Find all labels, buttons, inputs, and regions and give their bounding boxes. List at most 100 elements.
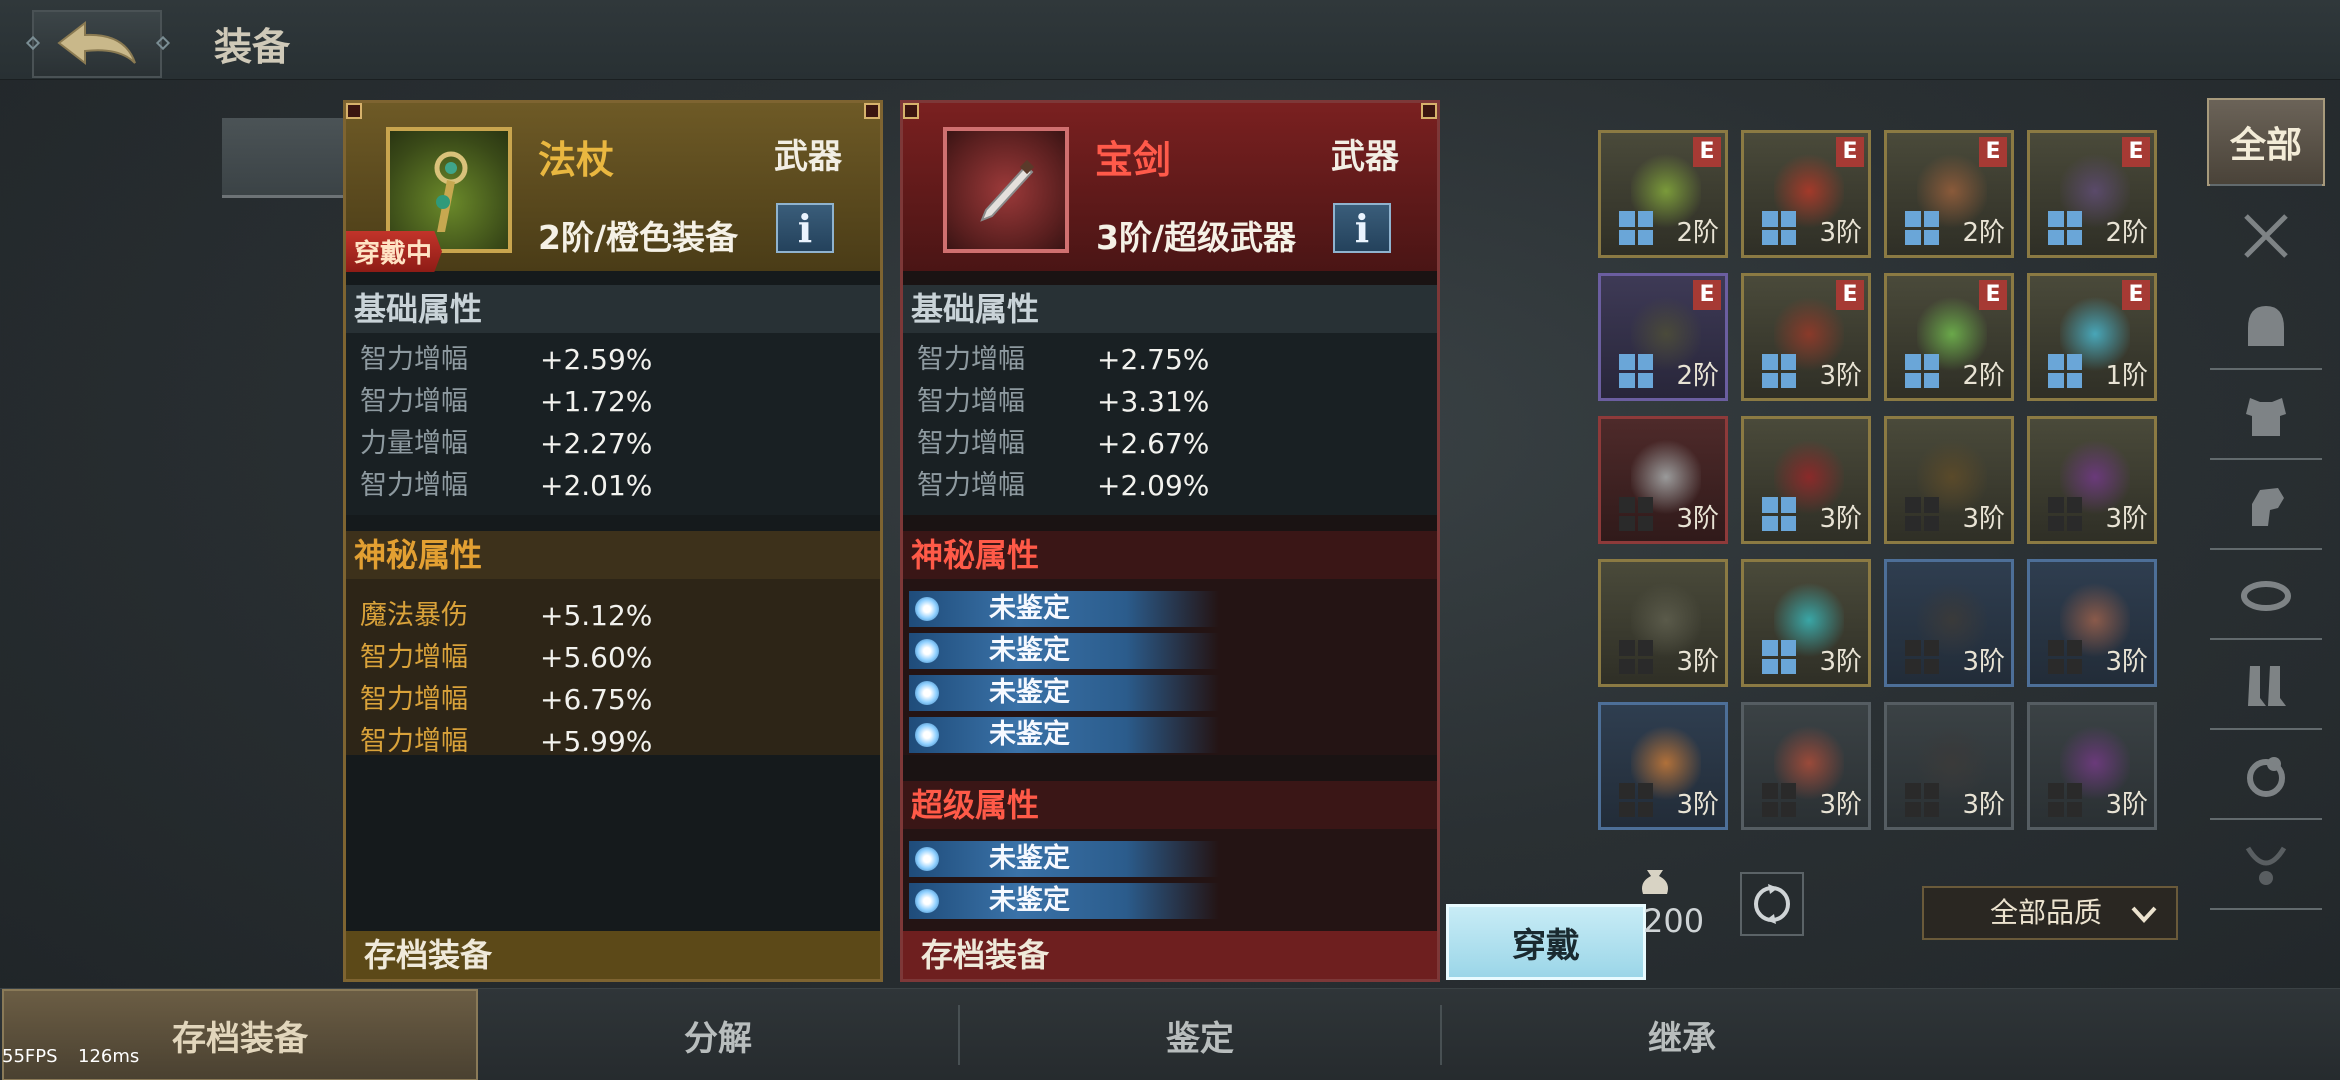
tab-necklaces[interactable]: [2207, 822, 2325, 910]
tab-gloves[interactable]: [2207, 462, 2325, 550]
item-type: 武器: [1331, 137, 1399, 177]
tab-belts[interactable]: [2207, 552, 2325, 640]
tab-rings[interactable]: [2207, 732, 2325, 820]
belt-icon: [2241, 581, 2291, 611]
unidentified-label: 未鉴定: [989, 843, 1070, 874]
armor-icon: [2246, 398, 2286, 436]
attr-key: 魔法暴伤: [360, 600, 468, 631]
attr-value: +2.27%: [540, 427, 653, 460]
inventory-slot[interactable]: E 2阶: [1598, 273, 1728, 401]
necklace-icon: [2245, 846, 2287, 885]
side-ghost-tab: [222, 118, 352, 198]
attribute-row: 智力增幅 +2.01%: [346, 465, 880, 507]
equip-button[interactable]: 穿戴: [1446, 904, 1646, 980]
inventory-slot[interactable]: 3阶: [2027, 416, 2157, 544]
inventory-slot[interactable]: 3阶: [1741, 702, 1871, 830]
inventory-slot[interactable]: 3阶: [1884, 702, 2014, 830]
gem-icon: [915, 681, 939, 705]
tab-divider: [2210, 458, 2322, 460]
tab-weapons[interactable]: [2207, 192, 2325, 280]
attr-value: +6.75%: [540, 683, 653, 716]
inventory-slot[interactable]: E 2阶: [1598, 130, 1728, 258]
item-tier: 3阶: [1819, 504, 1862, 534]
info-button[interactable]: i: [1333, 203, 1391, 253]
attr-value: +2.59%: [540, 343, 653, 376]
socket-grid-icon: [1762, 211, 1796, 245]
attr-value: +5.12%: [540, 599, 653, 632]
corner-ornament: [346, 103, 362, 119]
tab-divider: [2210, 818, 2322, 820]
gem-icon: [915, 597, 939, 621]
corner-ornament: [903, 103, 919, 119]
tab-armor[interactable]: [2207, 372, 2325, 460]
socket-grid-icon: [1762, 640, 1796, 674]
inventory-slot[interactable]: E 2阶: [1884, 130, 2014, 258]
super-attributes-title: 超级属性: [903, 781, 1437, 829]
card-footer: 存档装备: [346, 931, 880, 979]
boots-icon: [2248, 666, 2286, 706]
inventory-slot[interactable]: 3阶: [1598, 559, 1728, 687]
tab-helmets[interactable]: [2207, 282, 2325, 370]
equipped-item-card: 穿戴中 法杖 武器 2阶/橙色装备 i 基础属性 智力增幅 +2.59% 智力增幅…: [343, 100, 883, 982]
unidentified-label: 未鉴定: [989, 677, 1070, 708]
info-button[interactable]: i: [776, 203, 834, 253]
compared-item-card: 宝剑 武器 3阶/超级武器 i 基础属性 智力增幅 +2.75% 智力增幅 +3.3…: [900, 100, 1440, 982]
card-footer: 存档装备: [903, 931, 1437, 979]
tab-identify[interactable]: 鉴定: [960, 989, 1440, 1080]
inventory-slot[interactable]: 3阶: [1598, 702, 1728, 830]
item-grade: 2阶/橙色装备: [538, 218, 739, 257]
attr-value: +2.75%: [1097, 343, 1210, 376]
top-bar: 装备: [0, 0, 2340, 80]
mystic-attributes-title: 神秘属性: [346, 531, 880, 579]
gem-icon: [915, 889, 939, 913]
tab-divider: [2210, 184, 2322, 186]
back-button[interactable]: [32, 10, 162, 78]
attr-key: 智力增幅: [360, 470, 468, 501]
inventory-slot[interactable]: E 3阶: [1741, 130, 1871, 258]
inventory-slot[interactable]: E 2阶: [2027, 130, 2157, 258]
attr-key: 智力增幅: [360, 642, 468, 673]
basic-attributes-panel: 智力增幅 +2.75% 智力增幅 +3.31% 智力增幅 +2.67% 智力增幅 +2.…: [903, 333, 1437, 515]
auto-sort-button[interactable]: [1740, 872, 1804, 936]
item-tier: 2阶: [1676, 361, 1719, 391]
attr-value: +2.67%: [1097, 427, 1210, 460]
socket-grid-icon: [2048, 497, 2082, 531]
equipped-marker: E: [1693, 280, 1721, 310]
item-tier: 3阶: [1676, 504, 1719, 534]
attribute-row: 智力增幅 +2.59%: [346, 339, 880, 381]
item-tier: 3阶: [1819, 218, 1862, 248]
attribute-row: 智力增幅 +1.72%: [346, 381, 880, 423]
inventory-slot[interactable]: 3阶: [1884, 416, 2014, 544]
quality-filter-select[interactable]: 全部品质: [1922, 886, 2178, 940]
tab-all[interactable]: 全部: [2207, 98, 2325, 186]
socket-grid-icon: [2048, 783, 2082, 817]
tab-inherit[interactable]: 继承: [1442, 989, 1922, 1080]
item-type: 武器: [774, 137, 842, 177]
mystic-attributes-title: 神秘属性: [903, 531, 1437, 579]
helmet-icon: [2248, 306, 2284, 346]
inventory-slot[interactable]: E 1阶: [2027, 273, 2157, 401]
equipped-marker: E: [1693, 137, 1721, 167]
basic-attributes-panel: 智力增幅 +2.59% 智力增幅 +1.72% 力量增幅 +2.27% 智力增幅 +2.…: [346, 333, 880, 515]
inventory-slot[interactable]: E 2阶: [1884, 273, 2014, 401]
tab-boots[interactable]: [2207, 642, 2325, 730]
socket-grid-icon: [2048, 211, 2082, 245]
tab-disassemble[interactable]: 分解: [480, 989, 956, 1080]
equipped-marker: E: [2122, 280, 2150, 310]
inventory-slot[interactable]: 3阶: [1741, 559, 1871, 687]
socket-grid-icon: [1619, 354, 1653, 388]
crossed-swords-icon: [2244, 214, 2288, 258]
basic-attributes-title: 基础属性: [903, 285, 1437, 333]
card-header: 穿戴中 法杖 武器 2阶/橙色装备 i: [346, 103, 880, 272]
attr-value: +1.72%: [540, 385, 653, 418]
latency-counter: 126ms: [78, 1046, 140, 1067]
inventory-slot[interactable]: E 3阶: [1741, 273, 1871, 401]
attr-key: 智力增幅: [360, 726, 468, 757]
inventory-slot[interactable]: 3阶: [1598, 416, 1728, 544]
inventory-slot[interactable]: 3阶: [2027, 559, 2157, 687]
inventory-slot[interactable]: 3阶: [2027, 702, 2157, 830]
tab-archive-equipment[interactable]: 存档装备: [2, 989, 478, 1080]
inventory-slot[interactable]: 3阶: [1741, 416, 1871, 544]
unidentified-label: 未鉴定: [989, 719, 1070, 750]
inventory-slot[interactable]: 3阶: [1884, 559, 2014, 687]
